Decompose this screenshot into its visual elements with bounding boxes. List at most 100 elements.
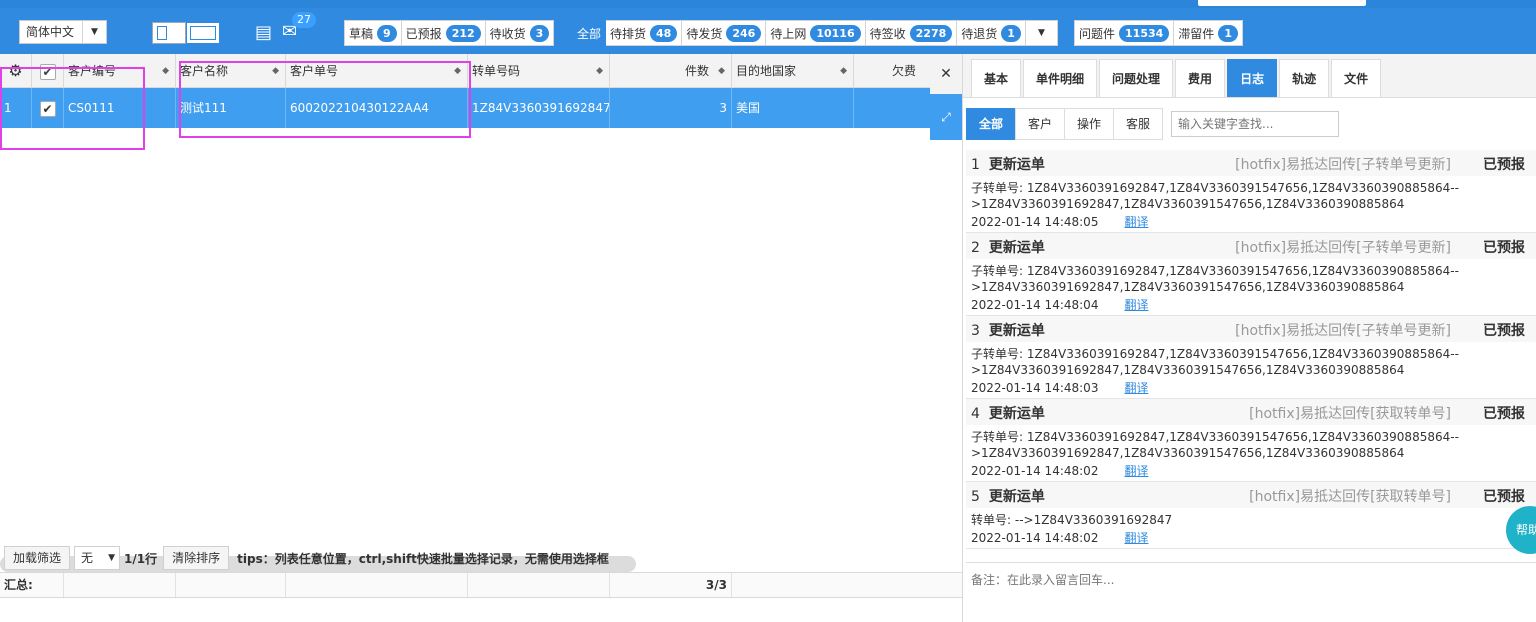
status-group-2: 全部 待排货 48 待发货 246 待上网 10116 待签收 2278 待退货 1 ▼ [572, 20, 1058, 46]
translate-link[interactable]: 翻译 [1124, 215, 1148, 229]
tab-piece-detail[interactable]: 单件明细 [1023, 59, 1098, 97]
tab-problem-handling[interactable]: 问题处理 [1099, 59, 1174, 97]
col-country[interactable]: 目的地国家 ◆ [732, 54, 854, 88]
translate-link[interactable]: 翻译 [1124, 298, 1148, 312]
log-number: 2 更新运单 [971, 237, 1045, 257]
load-filter-button[interactable]: 加载筛选 [4, 546, 71, 570]
log-header: 5 更新运单 [hotfix]易抵达回传[获取转单号] 已预报 [966, 482, 1536, 508]
keyword-search-input[interactable] [1171, 111, 1339, 137]
gear-icon[interactable]: ⚙ [0, 54, 32, 88]
log-title: 更新运单 [988, 240, 1045, 256]
summary-label: 汇总: [0, 573, 64, 597]
subtab-operation[interactable]: 操作 [1064, 108, 1115, 140]
summary-cell [286, 573, 468, 597]
translate-link[interactable]: 翻译 [1124, 464, 1148, 478]
tab-problem[interactable]: 问题件 11534 [1074, 20, 1175, 46]
summary-row: 汇总: 3/3 [0, 572, 962, 598]
cell-transfer-no: 1Z84V3360391692847 [468, 88, 610, 128]
log-operation: [hotfix]易抵达回传[子转单号更新] [1235, 240, 1451, 256]
log-list: 1 更新运单 [hotfix]易抵达回传[子转单号更新] 已预报 子转单号: 1… [966, 150, 1536, 549]
log-time: 2022-01-14 14:48:03 [971, 381, 1099, 395]
tab-basic[interactable]: 基本 [971, 59, 1022, 97]
sort-icon: ◆ [596, 66, 603, 76]
subtab-service[interactable]: 客服 [1113, 108, 1164, 140]
layout-full-button[interactable] [186, 22, 220, 44]
language-value: 简体中文 [26, 25, 75, 39]
tab-label: 待上网 [770, 26, 807, 41]
checkbox-checked-icon: ✔ [39, 63, 56, 80]
tab-pending-arrange[interactable]: 待排货 48 [606, 20, 683, 46]
tab-pending-receive[interactable]: 待收货 3 [485, 20, 555, 46]
tab-pending-online[interactable]: 待上网 10116 [766, 20, 866, 46]
log-number: 1 更新运单 [971, 154, 1045, 174]
log-time: 2022-01-14 14:48:05 [971, 215, 1099, 229]
log-operation: [hotfix]易抵达回传[获取转单号] [1249, 489, 1451, 505]
translate-link[interactable]: 翻译 [1124, 531, 1148, 545]
expand-icon[interactable]: ⤢ [930, 94, 962, 140]
count-badge: 11534 [1119, 24, 1170, 42]
count-badge: 2278 [909, 24, 953, 42]
status-group-1: 草稿 9 已预报 212 待收货 3 [344, 20, 555, 46]
count-badge: 212 [445, 24, 481, 42]
tab-draft[interactable]: 草稿 9 [344, 20, 402, 46]
tab-label: 草稿 [349, 26, 374, 41]
list-icon[interactable]: ▤ [255, 22, 272, 43]
tab-label: 已预报 [405, 26, 442, 41]
language-select[interactable]: 简体中文 ▼ [19, 20, 107, 44]
log-index: 1 [971, 157, 980, 173]
subtab-all[interactable]: 全部 [966, 108, 1017, 140]
tab-track[interactable]: 轨迹 [1279, 59, 1330, 97]
log-status: 已预报 [1483, 323, 1525, 339]
col-transfer-no[interactable]: 转单号码 ◆ [468, 54, 610, 88]
row-checkbox[interactable]: ✔ [32, 88, 64, 128]
col-customer-name[interactable]: 客户名称 ◆ [176, 54, 286, 88]
remark-input[interactable]: 备注：在此录入留言回车... [966, 562, 1536, 622]
split-layout-icon [157, 26, 167, 40]
log-header: 4 更新运单 [hotfix]易抵达回传[获取转单号] 已预报 [966, 399, 1536, 425]
col-customer-code[interactable]: 客户编号 ◆ [64, 54, 176, 88]
log-time-line: 2022-01-14 14:48:02 翻译 [966, 530, 1536, 548]
log-title: 更新运单 [988, 323, 1045, 339]
tab-forecast[interactable]: 已预报 212 [401, 20, 486, 46]
select-all-checkbox[interactable]: ✔ [32, 54, 64, 88]
log-body: 子转单号: 1Z84V3360391692847,1Z84V3360391547… [971, 347, 1459, 377]
clear-sort-button[interactable]: 清除排序 [163, 546, 230, 570]
sort-icon: ◆ [840, 66, 847, 76]
table-row[interactable]: 1 ✔ CS0111 测试111 600202210430122AA4 1Z84… [0, 88, 930, 128]
order-grid: ⚙ ✔ 客户编号 ◆ 客户名称 ◆ 客户单号 ◆ 转单号码 ◆ 件数 ◆ 目的地国家 ◆ 欠… [0, 54, 930, 572]
count-badge: 48 [650, 24, 678, 42]
layout-split-button[interactable] [152, 22, 186, 44]
column-label: 客户编号 [68, 64, 117, 78]
list-item: 4 更新运单 [hotfix]易抵达回传[获取转单号] 已预报 子转单号: 1Z… [966, 399, 1536, 482]
top-search-input[interactable] [1198, 0, 1366, 6]
tab-all[interactable]: 全部 [572, 20, 607, 46]
tab-stranded[interactable]: 滞留件 1 [1174, 20, 1243, 46]
col-customer-order[interactable]: 客户单号 ◆ [286, 54, 468, 88]
col-pieces[interactable]: 件数 ◆ [610, 54, 732, 88]
subtab-customer[interactable]: 客户 [1015, 108, 1066, 140]
filter-select[interactable]: 无 ▼ [74, 546, 121, 570]
log-body: 子转单号: 1Z84V3360391692847,1Z84V3360391547… [971, 264, 1459, 294]
tab-log[interactable]: 日志 [1227, 59, 1278, 97]
tab-pending-ship[interactable]: 待发货 246 [682, 20, 767, 46]
log-operation: [hotfix]易抵达回传[子转单号更新] [1235, 323, 1451, 339]
summary-pieces: 3/3 [610, 573, 732, 597]
summary-cell [468, 573, 610, 597]
more-tabs-dropdown[interactable]: ▼ [1025, 20, 1058, 46]
tab-label: 问题件 [1079, 26, 1116, 41]
full-layout-icon [190, 26, 216, 40]
column-label: 件数 [684, 64, 709, 78]
log-header: 1 更新运单 [hotfix]易抵达回传[子转单号更新] 已预报 [966, 150, 1536, 176]
tab-pending-return[interactable]: 待退货 1 [957, 20, 1026, 46]
tab-pending-sign[interactable]: 待签收 2278 [865, 20, 958, 46]
log-status: 已预报 [1483, 240, 1525, 256]
cell-customer-code: CS0111 [64, 88, 176, 128]
close-icon[interactable]: ✕ [930, 54, 962, 94]
count-badge: 3 [529, 24, 550, 42]
tab-label: 待退货 [961, 26, 998, 41]
log-time: 2022-01-14 14:48:02 [971, 531, 1099, 545]
tab-fees[interactable]: 费用 [1175, 59, 1226, 97]
col-arrears[interactable]: 欠费 [854, 54, 930, 88]
tab-files[interactable]: 文件 [1331, 59, 1382, 97]
translate-link[interactable]: 翻译 [1124, 381, 1148, 395]
